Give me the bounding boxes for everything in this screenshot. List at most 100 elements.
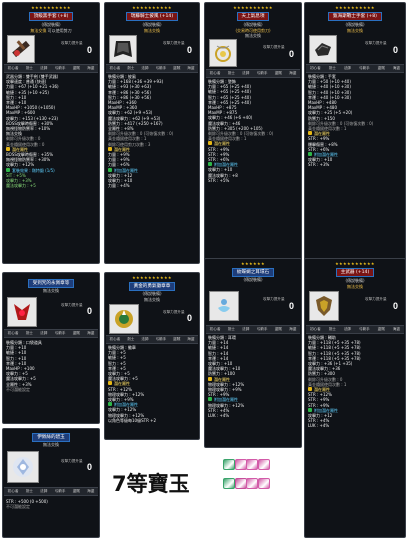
item-title-bar: 天上氣息項 bbox=[205, 12, 301, 22]
job-pirate: 海盜 bbox=[187, 65, 195, 70]
job-mage: 法師 bbox=[40, 65, 48, 70]
cube-item-grid bbox=[223, 459, 270, 495]
item-title-bar: 受到咒的永佩章等 bbox=[3, 279, 99, 289]
cube-pink-icon[interactable] bbox=[257, 459, 270, 470]
attack-increase-value: 0 bbox=[289, 301, 295, 311]
job-mage: 法師 bbox=[343, 326, 351, 331]
item-icon-frame[interactable] bbox=[109, 35, 137, 63]
cube-pink-icon[interactable] bbox=[234, 478, 247, 489]
job-mage: 法師 bbox=[343, 65, 351, 70]
job-requirement-bar: 初心者 劍士 法師 弓箭手 盜賊 海盜 bbox=[4, 329, 98, 338]
job-archer: 弓箭手 bbox=[256, 326, 268, 331]
job-warrior: 劍士 bbox=[127, 336, 135, 341]
item-icon-frame[interactable] bbox=[309, 35, 337, 63]
stat-line: STR : +3% bbox=[308, 162, 330, 168]
potential-grade-icon bbox=[6, 146, 10, 151]
attack-increase-label: 攻擊力提升量 bbox=[61, 303, 83, 307]
potential-grade-icon bbox=[6, 167, 10, 172]
item-title-bar: 頂級黑手套 (+8) bbox=[3, 12, 99, 22]
job-requirement-bar: 初心者 劍士 法師 弓箭手 盜賊 海盜 bbox=[106, 335, 198, 344]
stat-line: STR : +5% bbox=[208, 177, 230, 183]
star-rating: ★★★★★★ bbox=[241, 261, 265, 266]
potential-grade-icon bbox=[308, 407, 312, 412]
job-beginner: 初心者 bbox=[209, 326, 221, 331]
potential-grade-icon bbox=[308, 131, 312, 136]
item-grade: (傳說裝備) bbox=[345, 22, 365, 27]
item-icon-frame[interactable] bbox=[109, 304, 139, 334]
earring-icon bbox=[212, 294, 236, 318]
attack-increase-value: 0 bbox=[87, 45, 93, 55]
potential-header-label: 附加潛在屬性 bbox=[114, 167, 138, 173]
job-pirate: 海盜 bbox=[187, 336, 195, 341]
item-tooltip-card: ★★★★★★★★★★ 頂級黑手套 (+8) (傳說裝備) 無法交換 可以使用剪刀… bbox=[2, 2, 100, 264]
job-warrior: 劍士 bbox=[127, 65, 135, 70]
potential-grade-icon bbox=[308, 152, 312, 157]
cube-green-icon[interactable] bbox=[223, 478, 235, 489]
item-name: 頂級黑手套 (+8) bbox=[28, 12, 74, 22]
item-tooltip-card: ★★★★★★★★★★ 瑞蘇騎士披風 (+14) (傳說裝備) 無法交換 攻擊力提… bbox=[104, 2, 200, 264]
item-name: 主武器 (+14) bbox=[335, 268, 375, 278]
attack-increase-value: 0 bbox=[187, 313, 193, 323]
item-trade-note: 無法交換 可以使用剪刀 bbox=[30, 28, 72, 33]
item-tooltip-card: 伊佩絲的碧玉 無法交換 攻擊力提升量 0 初心者 劍士 法師 弓箭手 盜賊 海盜 STR … bbox=[2, 428, 100, 538]
job-beginner: 初心者 bbox=[7, 65, 19, 70]
job-thief: 盜賊 bbox=[173, 336, 181, 341]
item-icon-frame[interactable] bbox=[7, 297, 37, 327]
cube-pink-icon[interactable] bbox=[234, 459, 247, 470]
item-title-bar: 甄海斯戰士手套 (+8) bbox=[305, 12, 405, 22]
star-rating: ★★★★★★★★★★ bbox=[335, 261, 375, 266]
cube-pink-icon[interactable] bbox=[257, 478, 270, 489]
item-stats: 裝備分類 : 手套 力量 : +50 (+10 +40) 敏捷 : +40 (+10… bbox=[308, 74, 402, 168]
stat-line: 魔法攻擊力 : +5 bbox=[6, 183, 36, 189]
item-trade-note: 無法交換 bbox=[347, 28, 363, 33]
item-name: 受到咒的永佩章等 bbox=[27, 279, 75, 289]
job-archer: 弓箭手 bbox=[54, 65, 66, 70]
job-beginner: 初心者 bbox=[7, 488, 19, 493]
stat-line: 不可潛能設定 bbox=[6, 386, 30, 392]
potential-grade-icon bbox=[308, 387, 312, 392]
item-trade-note: 無法交換 bbox=[43, 288, 59, 293]
item-icon-frame[interactable] bbox=[7, 35, 35, 63]
potential-grade-icon bbox=[108, 167, 112, 172]
item-title-bar: 黃金的勇氣徽章章 bbox=[105, 282, 199, 292]
job-thief: 盜賊 bbox=[274, 326, 282, 331]
item-icon-frame[interactable] bbox=[309, 291, 339, 321]
job-warrior: 劍士 bbox=[328, 326, 336, 331]
potential-grade-icon bbox=[208, 376, 212, 381]
attack-increase-value: 0 bbox=[187, 45, 193, 55]
stat-line: 力量 : +4% bbox=[108, 183, 130, 189]
attack-increase-label: 攻擊力提升量 bbox=[61, 41, 83, 45]
item-grade: (傳說裝備) bbox=[345, 278, 365, 283]
job-mage: 法師 bbox=[141, 65, 149, 70]
star-rating: ★★★★★★★★★★ bbox=[31, 5, 71, 10]
attack-increase-label: 攻擊力提升量 bbox=[163, 310, 185, 314]
job-mage: 法師 bbox=[40, 488, 48, 493]
job-warrior: 劍士 bbox=[227, 70, 235, 75]
item-trade-note-2: 無法交換 bbox=[245, 33, 261, 38]
star-rating: ★★★★★★★★★★ bbox=[335, 5, 375, 10]
job-beginner: 初心者 bbox=[309, 326, 321, 331]
cube-green-icon[interactable] bbox=[223, 459, 235, 470]
job-beginner: 初心者 bbox=[7, 330, 19, 335]
item-title-bar: 主武器 (+14) bbox=[305, 268, 405, 278]
star-rating: ★★★★★★★★★★ bbox=[132, 5, 172, 10]
attack-increase-label: 攻擊力提升量 bbox=[365, 297, 387, 301]
job-archer: 弓箭手 bbox=[54, 330, 66, 335]
cube-pink-icon[interactable] bbox=[246, 459, 258, 470]
item-name: 伊佩絲的碧玉 bbox=[32, 433, 70, 443]
job-requirement-bar: 初心者 劍士 法師 弓箭手 盜賊 海盜 bbox=[4, 487, 98, 496]
job-archer: 弓箭手 bbox=[256, 70, 268, 75]
item-grade: (傳說裝備) bbox=[142, 22, 162, 27]
job-requirement-bar: 初心者 劍士 法師 弓箭手 盜賊 海盜 bbox=[206, 325, 300, 334]
item-grade: (傳說裝備) bbox=[41, 22, 61, 27]
item-grade: (傳說裝備) bbox=[243, 277, 263, 282]
attack-increase-label: 攻擊力提升量 bbox=[263, 297, 285, 301]
item-icon-frame[interactable] bbox=[209, 39, 237, 67]
item-title-bar: 瑞蘇騎士披風 (+14) bbox=[105, 12, 199, 22]
item-title-bar: 伊佩絲的碧玉 bbox=[3, 433, 99, 443]
item-tooltip-card: ★★★★★★★★★★ 天上氣息項 (傳說裝備) (交易時可使用剪刀) 無法交換 … bbox=[204, 2, 302, 264]
cube-pink-icon[interactable] bbox=[246, 478, 258, 489]
item-icon-frame[interactable] bbox=[7, 451, 39, 483]
item-icon-frame[interactable] bbox=[209, 291, 239, 321]
item-tooltip-card: ★★★★★★ 紋蝶蝴之耳環石 (傳說裝備) 攻擊力提升量 0 初心者 劍士 法師 弓箭… bbox=[204, 258, 302, 448]
